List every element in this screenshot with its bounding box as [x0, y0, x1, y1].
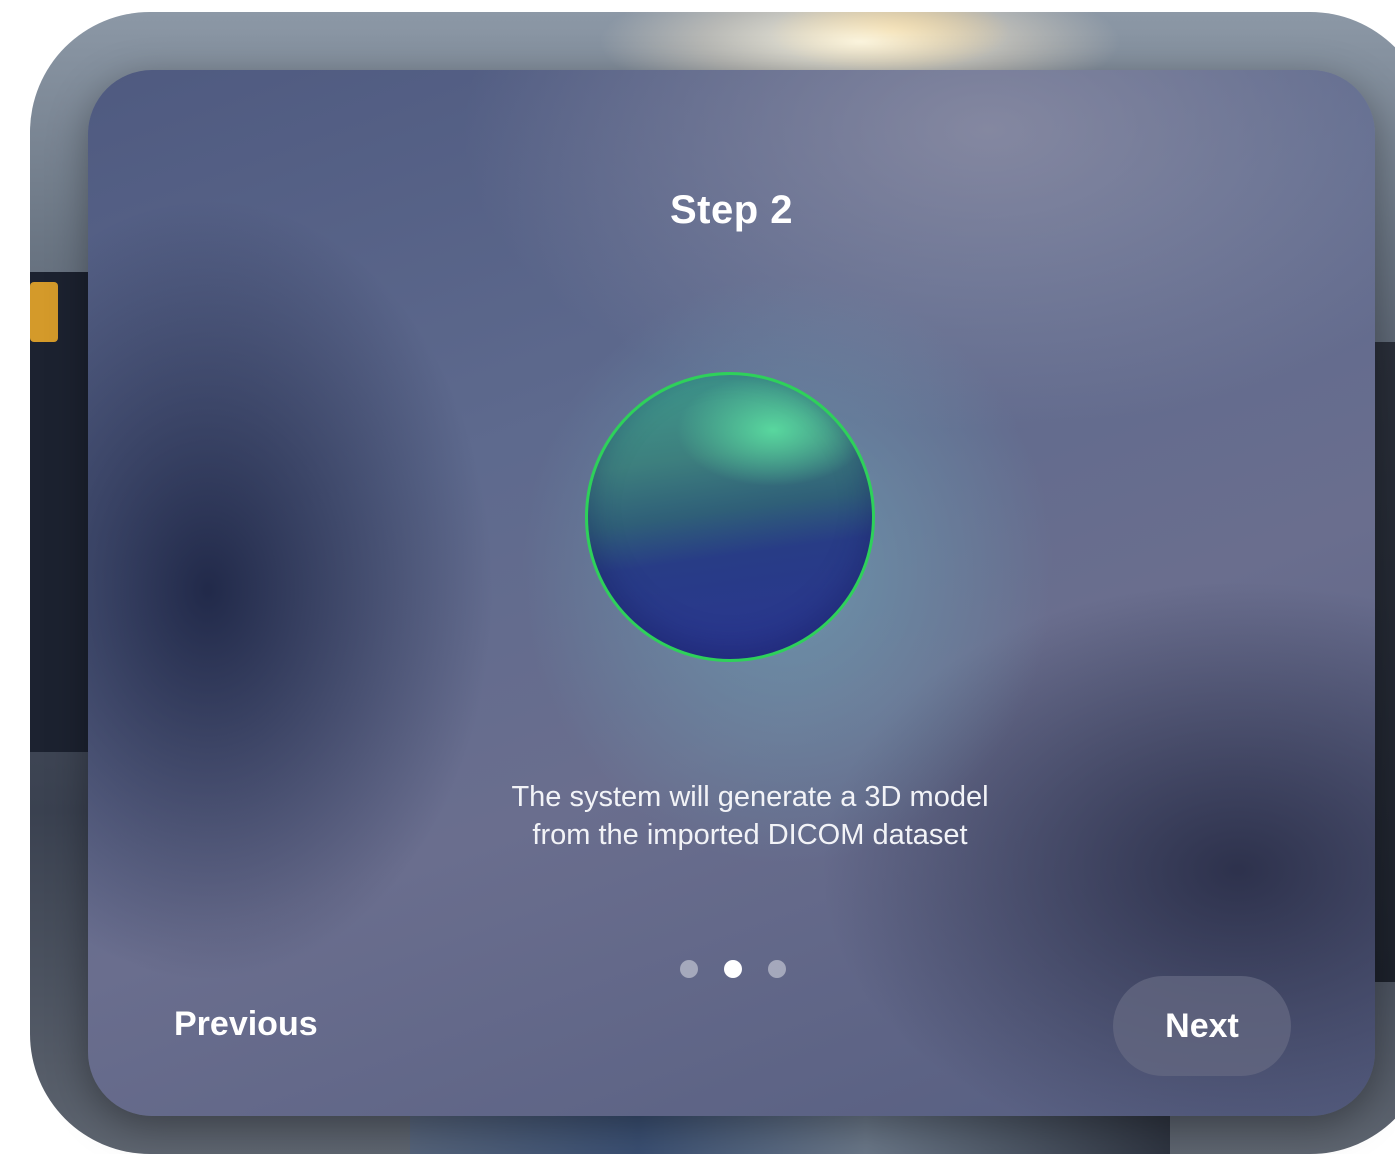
step-description: The system will generate a 3D model from… [511, 781, 989, 851]
onboarding-dialog: Step 2 The system will generate a 3D mod… [88, 70, 1375, 1116]
step-title: Step 2 [669, 188, 794, 232]
globe-icon [585, 372, 875, 662]
page-dot-3[interactable] [767, 960, 786, 978]
next-button[interactable]: Next [1113, 976, 1291, 1076]
previous-button[interactable]: Previous [150, 1000, 342, 1048]
page-dot-1[interactable] [679, 960, 698, 978]
background-bracket [30, 282, 58, 342]
page-dot-2-active[interactable] [723, 960, 742, 978]
